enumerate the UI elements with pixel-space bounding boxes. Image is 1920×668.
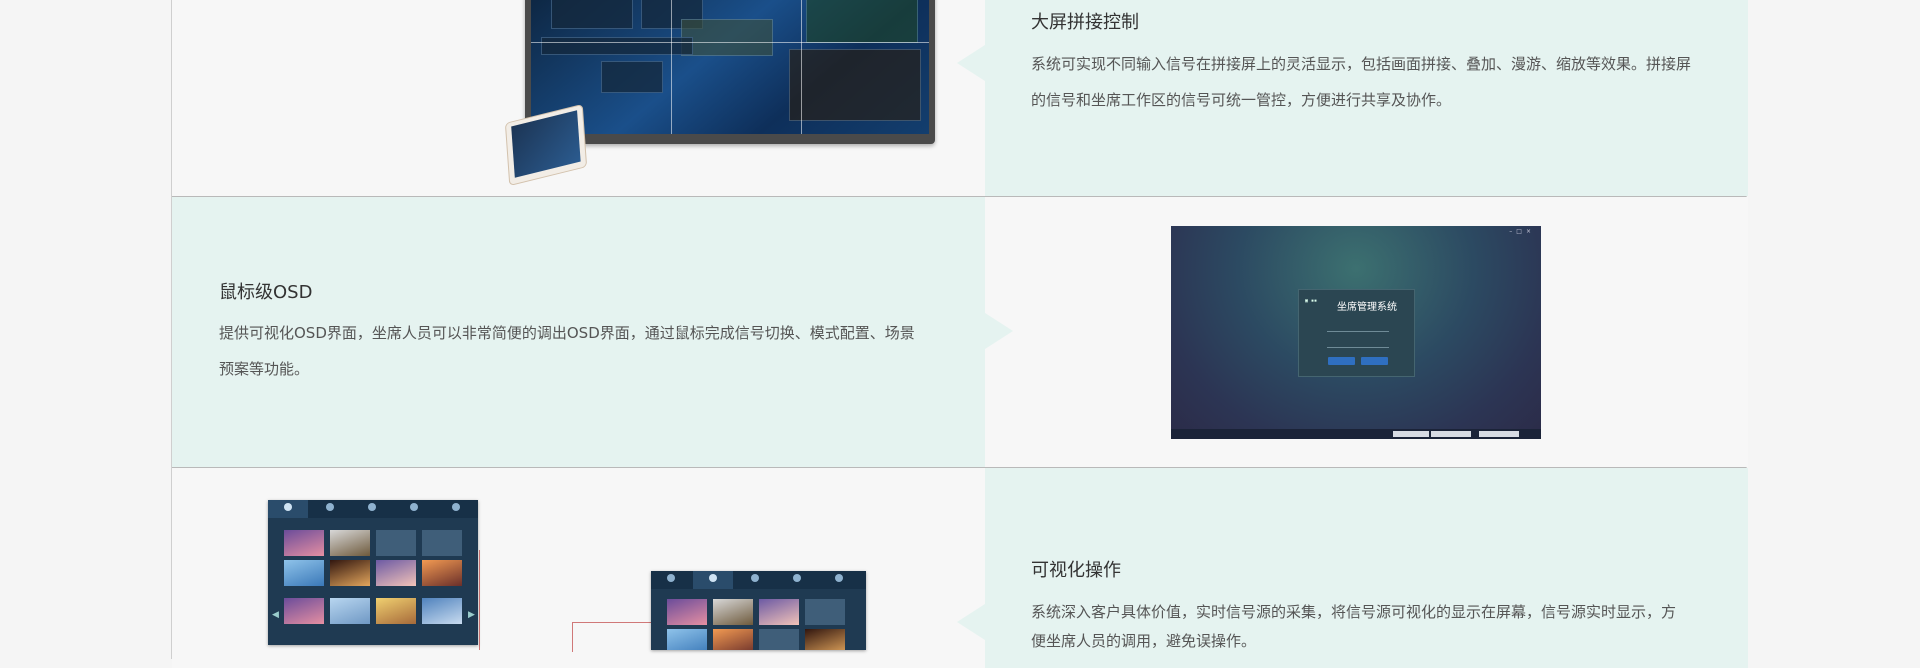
login-title: 坐席管理系统: [1337, 302, 1397, 313]
feature-title: 大屏拼接控制: [1031, 12, 1139, 33]
feature-description-line: 预案等功能。: [219, 360, 310, 378]
feature-description-line: 便坐席人员的调用，避免误操作。: [1031, 632, 1257, 650]
feature-row-splicing: 大屏拼接控制 系统可实现不同输入信号在拼接屏上的灵活显示，包括画面拼接、叠加、漫…: [172, 0, 1748, 197]
tablet-illustration: [504, 103, 588, 187]
feature-text-cell: 可视化操作 系统深入客户具体价值，实时信号源的采集，将信号源可视化的显示在屏幕，…: [957, 468, 1748, 668]
login-button: [1328, 357, 1355, 365]
pointer-notch: [957, 604, 985, 640]
feature-title: 可视化操作: [1031, 560, 1121, 581]
password-field: [1327, 339, 1389, 348]
feature-description-line: 提供可视化OSD界面，坐席人员可以非常简便的调出OSD界面，通过鼠标完成信号切换…: [219, 324, 915, 342]
feature-image-cell: [172, 0, 985, 196]
cancel-button: [1361, 357, 1388, 365]
username-field: [1327, 323, 1389, 332]
pointer-notch: [985, 313, 1013, 349]
video-wall-illustration: [525, 0, 935, 144]
logo-icon: ▣ ▪▪: [1305, 298, 1318, 304]
window-controls: –□×: [1509, 228, 1535, 235]
login-dialog: ▣ ▪▪ 坐席管理系统: [1298, 289, 1415, 377]
ui-panel-illustration: ◀ ▶: [268, 500, 478, 645]
ui-panel-illustration: [651, 571, 866, 650]
feature-description-line: 的信号和坐席工作区的信号可统一管控，方便进行共享及协作。: [1031, 91, 1452, 109]
pointer-notch: [957, 45, 985, 81]
taskbar: [1171, 429, 1541, 439]
feature-text-cell: 大屏拼接控制 系统可实现不同输入信号在拼接屏上的灵活显示，包括画面拼接、叠加、漫…: [957, 0, 1748, 196]
feature-text-cell: 鼠标级OSD 提供可视化OSD界面，坐席人员可以非常简便的调出OSD界面，通过鼠…: [172, 197, 1013, 467]
feature-title: 鼠标级OSD: [219, 282, 313, 303]
login-screenshot: –□× ▣ ▪▪ 坐席管理系统: [1171, 226, 1541, 439]
feature-description-line: 系统可实现不同输入信号在拼接屏上的灵活显示，包括画面拼接、叠加、漫游、缩放等效果…: [1031, 55, 1692, 73]
